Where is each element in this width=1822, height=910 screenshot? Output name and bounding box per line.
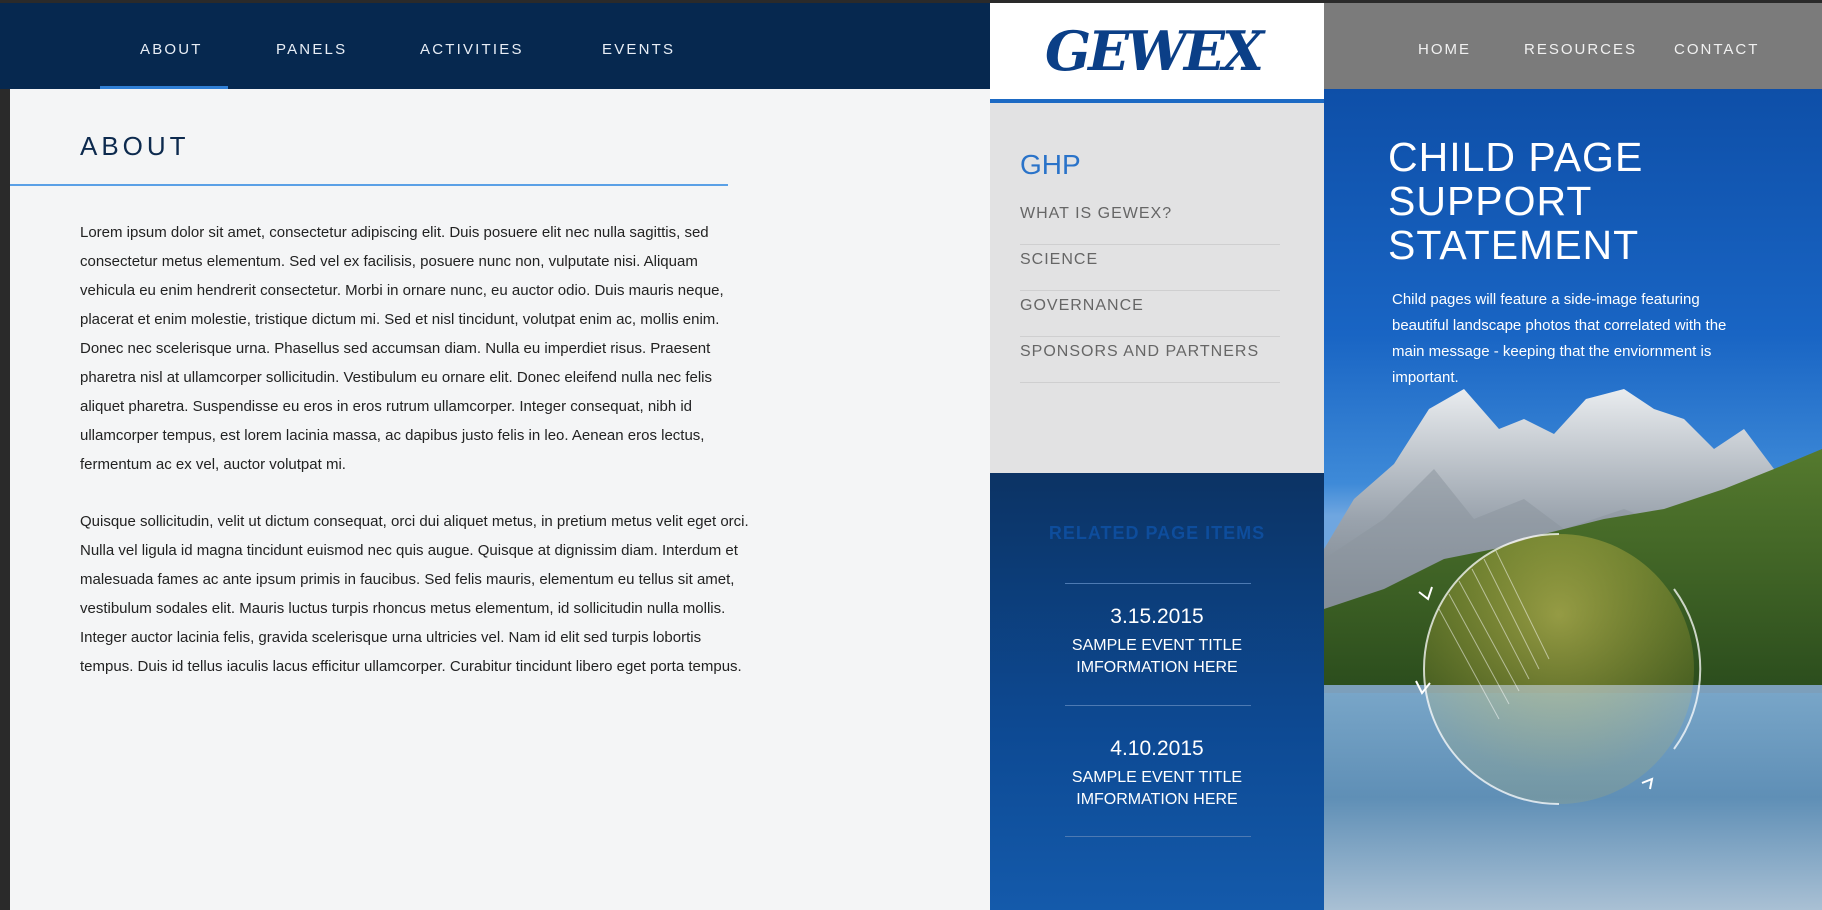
logo-area[interactable]: GEWEX xyxy=(990,3,1324,103)
sidebar-item-governance[interactable]: GOVERNANCE xyxy=(1020,291,1280,337)
event-title[interactable]: SAMPLE EVENT TITLE IMFORMATION HERE xyxy=(990,635,1324,679)
page: ABOUT PANELS ACTIVITIES EVENTS GEWEX HOM… xyxy=(0,0,1822,910)
event-date[interactable]: 3.15.2015 xyxy=(990,605,1324,629)
body-paragraph: Quisque sollicitudin, velit ut dictum co… xyxy=(80,513,749,675)
sidebar-title: GHP xyxy=(1020,149,1081,180)
section-sidebar: GHP WHAT IS GEWEX? SCIENCE GOVERNANCE SP… xyxy=(990,103,1324,473)
nav-item-resources[interactable]: RESOURCES xyxy=(1524,41,1637,58)
main-content: ABOUT Lorem ipsum dolor sit amet, consec… xyxy=(10,89,990,910)
hero-body: Child pages will feature a side-image fe… xyxy=(1392,291,1727,386)
secondary-nav: HOME RESOURCES CONTACT xyxy=(1324,3,1822,89)
nav-item-contact[interactable]: CONTACT xyxy=(1674,41,1759,58)
hero-panel: CHILD PAGE SUPPORT STATEMENT Child pages… xyxy=(1324,89,1822,910)
related-title: RELATED PAGE ITEMS xyxy=(1048,523,1266,543)
nav-item-home[interactable]: HOME xyxy=(1418,41,1471,58)
primary-nav: ABOUT PANELS ACTIVITIES EVENTS xyxy=(0,3,990,89)
sidebar-item-what-is-gewex[interactable]: WHAT IS GEWEX? xyxy=(1020,199,1280,245)
body-paragraph: Lorem ipsum dolor sit amet, consectetur … xyxy=(80,224,724,473)
nav-item-panels[interactable]: PANELS xyxy=(276,41,347,58)
hero-title: CHILD PAGE SUPPORT STATEMENT xyxy=(1388,134,1644,268)
event-date[interactable]: 4.10.2015 xyxy=(990,737,1324,761)
sidebar-item-sponsors-and-partners[interactable]: SPONSORS AND PARTNERS xyxy=(1020,337,1280,383)
related-divider xyxy=(1065,836,1251,837)
related-divider xyxy=(1065,705,1251,706)
nav-item-activities[interactable]: ACTIVITIES xyxy=(420,41,524,58)
sidebar-item-science[interactable]: SCIENCE xyxy=(1020,245,1280,291)
event-title[interactable]: SAMPLE EVENT TITLE IMFORMATION HERE xyxy=(990,767,1324,811)
nav-item-events[interactable]: EVENTS xyxy=(602,41,675,58)
related-divider xyxy=(1065,583,1251,584)
nav-item-about[interactable]: ABOUT xyxy=(140,41,203,58)
gewex-logo[interactable]: GEWEX xyxy=(1045,19,1264,83)
title-divider xyxy=(10,184,728,186)
related-items-panel: RELATED PAGE ITEMS 3.15.2015 SAMPLE EVEN… xyxy=(990,473,1324,910)
page-title: ABOUT xyxy=(80,131,190,161)
